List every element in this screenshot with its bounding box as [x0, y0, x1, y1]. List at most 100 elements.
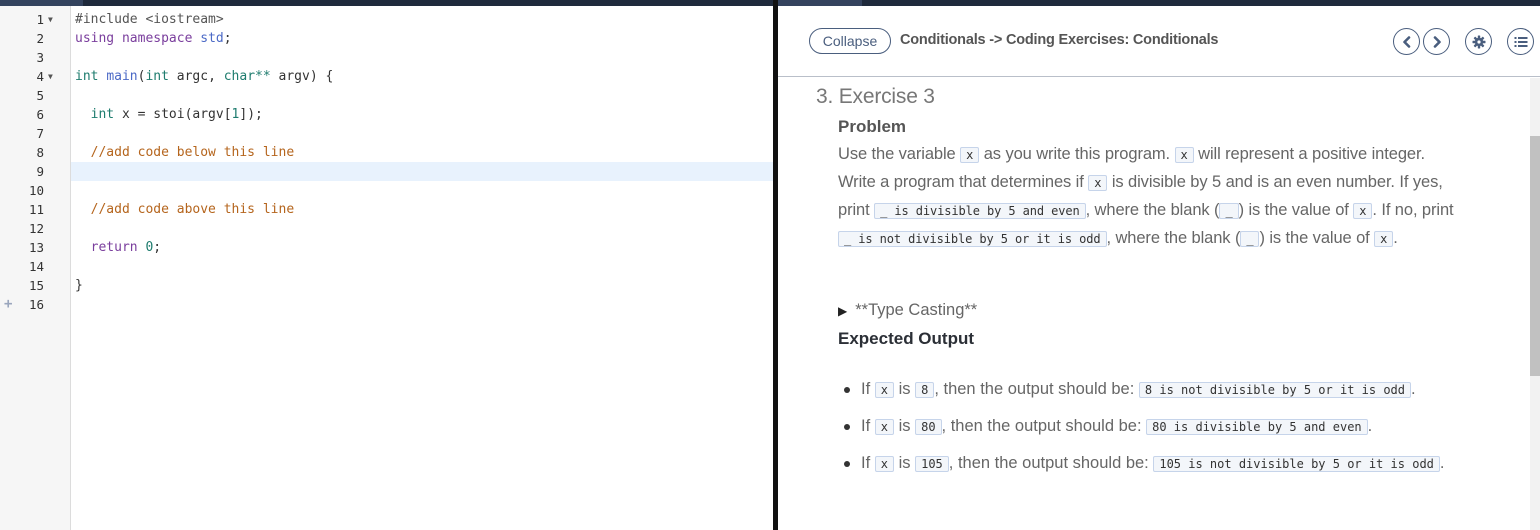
fold-toggle-icon[interactable]: ▼ [48, 10, 53, 29]
inline-code: 105 [915, 456, 949, 472]
inline-code: x [874, 382, 894, 398]
chevron-left-icon [1401, 35, 1413, 48]
line-number-text: 7 [36, 126, 44, 141]
semicolon: ; [153, 240, 162, 255]
line-number-text: 10 [28, 183, 44, 198]
inline-code: _ [1240, 231, 1260, 247]
guide-scrollbar-thumb[interactable] [1530, 136, 1540, 376]
preprocessor-include: #include <iostream> [75, 12, 224, 27]
line-number-text: 8 [36, 145, 44, 160]
expected-output-heading: Expected Output [838, 329, 975, 348]
gear-icon [1472, 35, 1486, 49]
param-argc: argc, [168, 69, 224, 84]
text: . [1393, 229, 1398, 247]
type-casting-disclosure[interactable]: ▶ **Type Casting** [838, 301, 977, 320]
text: is [894, 380, 916, 398]
line-number-9: 9 [0, 162, 71, 181]
text: ) is the value of [1259, 229, 1375, 247]
line-number-8: 8 [0, 143, 71, 162]
line-number-text: 2 [36, 31, 44, 46]
code-line-1[interactable]: #include <iostream> [75, 10, 224, 29]
inline-code: _ is not divisible by 5 or it is odd [838, 231, 1107, 247]
text: , where the blank ( [1106, 229, 1241, 247]
text: If [861, 380, 875, 398]
param-argv: argv) { [270, 69, 334, 84]
code-line-13[interactable]: return 0; [75, 238, 161, 257]
problem-heading: Problem [838, 117, 907, 136]
previous-page-button[interactable] [1393, 28, 1420, 55]
code-line-6[interactable]: int x = stoi(argv[1]); [75, 105, 263, 124]
line-number-11: 11 [0, 200, 71, 219]
text: . [1367, 417, 1373, 435]
line-number-7: 7 [0, 124, 71, 143]
inline-code: x [1374, 231, 1394, 247]
line-number-text: 13 [28, 240, 44, 255]
line-number-15: 15 [0, 276, 71, 295]
line-number-text: 12 [28, 221, 44, 236]
chevron-right-icon [1431, 35, 1443, 48]
exercise-title: 3. Exercise 3 [816, 85, 935, 108]
text: . [1411, 380, 1416, 398]
next-page-button[interactable] [1423, 28, 1450, 55]
line-number-2: 2 [0, 29, 71, 48]
text: , then the output should be: [948, 454, 1154, 472]
text: . If no, print [1372, 201, 1454, 219]
line-number-text: 1 [36, 12, 44, 27]
disclosure-label: **Type Casting** [855, 301, 978, 319]
settings-button[interactable] [1465, 28, 1492, 55]
list-item: If x is 80, then the output should be: 8… [838, 415, 1458, 439]
text: , then the output should be: [934, 380, 1139, 398]
line-number-text: 14 [28, 259, 44, 274]
line-number-16: 16 + [0, 295, 71, 314]
line-number-4: 4 ▼ [0, 67, 71, 86]
add-line-icon[interactable]: + [4, 295, 12, 314]
inline-code: 105 is not divisible by 5 or it is odd [1153, 456, 1440, 472]
collapse-button[interactable]: Collapse [809, 28, 891, 54]
code-line-2[interactable]: using namespace std; [75, 29, 232, 48]
line-number-text: 16 [28, 297, 44, 312]
line-number-14: 14 [0, 257, 71, 276]
disclosure-triangle-icon: ▶ [838, 304, 848, 318]
code-line-11[interactable]: //add code above this line [75, 200, 295, 219]
inline-code: x [1174, 147, 1194, 163]
text: , then the output should be: [941, 417, 1147, 435]
guide-scrollbar-track[interactable] [1530, 78, 1540, 530]
text: , where the blank ( [1085, 201, 1220, 219]
function-main: main [106, 69, 138, 84]
keyword-return: return [90, 240, 138, 255]
fold-toggle-icon[interactable]: ▼ [48, 67, 53, 86]
table-of-contents-button[interactable] [1507, 28, 1534, 55]
bullet-icon [844, 424, 850, 430]
stoi-end: ]); [239, 107, 263, 122]
type-int: int [75, 69, 99, 84]
inline-code: _ is divisible by 5 and even [874, 203, 1086, 219]
line-number-text: 11 [28, 202, 44, 217]
type-char-pp: char** [223, 69, 271, 84]
stoi-call: x = stoi(argv[ [114, 107, 232, 122]
code-editor-pane: 1 ▼ 2 3 4 ▼ 5 6 7 8 9 10 11 12 13 14 15 16 + #include <ios… [0, 0, 773, 530]
inline-code: x [1088, 175, 1108, 191]
list-item: If x is 105, then the output should be: … [838, 452, 1458, 476]
line-number-text: 9 [36, 164, 44, 179]
text: Use the variable [838, 145, 961, 163]
type-int: int [90, 107, 115, 122]
inline-code: 8 is not divisible by 5 or it is odd [1138, 382, 1411, 398]
problem-description: Use the variable x as you write this pro… [838, 141, 1458, 253]
inline-code: 80 is divisible by 5 and even [1146, 419, 1368, 435]
inline-code: _ [1219, 203, 1239, 219]
line-number-text: 6 [36, 107, 44, 122]
line-number-10: 10 [0, 181, 71, 200]
text: ) is the value of [1238, 201, 1354, 219]
inline-code: x [874, 456, 894, 472]
line-number-6: 6 [0, 105, 71, 124]
inline-code: x [874, 419, 894, 435]
line-number-12: 12 [0, 219, 71, 238]
inline-code: 8 [915, 382, 935, 398]
line-number-13: 13 [0, 238, 71, 257]
code-line-8[interactable]: //add code below this line [75, 143, 295, 162]
code-line-4[interactable]: int main(int argc, char** argv) { [75, 67, 333, 86]
line-number-1: 1 ▼ [0, 10, 71, 29]
semicolon: ; [223, 31, 232, 46]
code-line-15[interactable]: } [75, 276, 83, 295]
code-area[interactable]: #include <iostream> using namespace std;… [71, 6, 773, 530]
